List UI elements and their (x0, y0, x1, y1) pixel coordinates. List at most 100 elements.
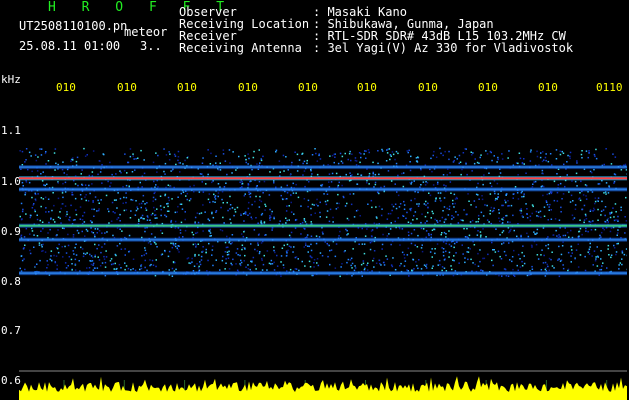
noise-pixel (94, 243, 96, 246)
noise-pixel (562, 264, 564, 266)
noise-pixel (160, 208, 162, 211)
noise-pixel (135, 209, 138, 212)
noise-pixel (555, 149, 558, 151)
noise-pixel (285, 222, 287, 224)
noise-pixel (242, 246, 244, 249)
noise-pixel (432, 265, 434, 267)
noise-pixel (59, 211, 61, 213)
noise-pixel (295, 192, 297, 194)
noise-pixel (349, 150, 351, 153)
noise-pixel (25, 213, 27, 215)
noise-pixel (311, 173, 313, 175)
noise-pixel (97, 173, 99, 176)
noise-pixel (333, 153, 336, 156)
noise-pixel (165, 215, 168, 218)
noise-pixel (398, 206, 401, 208)
noise-pixel (285, 255, 288, 257)
noise-pixel (487, 253, 489, 256)
noise-pixel (420, 227, 423, 230)
noise-pixel (451, 218, 453, 220)
noise-pixel (397, 217, 399, 219)
noise-pixel (317, 264, 320, 267)
noise-pixel (120, 267, 122, 269)
noise-pixel (191, 257, 193, 260)
noise-pixel (559, 182, 562, 185)
noise-pixel (403, 200, 405, 203)
noise-pixel (51, 209, 53, 212)
noise-pixel (330, 249, 333, 251)
noise-pixel (576, 160, 578, 162)
noise-pixel (352, 248, 354, 250)
noise-pixel (116, 207, 118, 209)
noise-pixel (245, 161, 247, 164)
noise-pixel (357, 209, 359, 211)
noise-pixel (493, 180, 496, 182)
noise-pixel (271, 263, 274, 265)
noise-pixel (94, 228, 97, 230)
noise-pixel (146, 219, 149, 221)
noise-pixel (445, 233, 447, 235)
noise-pixel (402, 214, 404, 217)
noise-pixel (229, 208, 231, 210)
noise-pixel (499, 255, 501, 258)
noise-pixel (261, 212, 264, 215)
noise-pixel (269, 217, 271, 219)
noise-pixel (448, 251, 451, 254)
noise-pixel (413, 268, 415, 270)
noise-pixel (625, 169, 627, 171)
noise-pixel (261, 259, 263, 261)
noise-pixel (407, 151, 409, 154)
noise-pixel (138, 220, 140, 222)
noise-pixel (254, 200, 256, 203)
noise-pixel (452, 203, 454, 205)
noise-pixel (182, 236, 184, 238)
noise-pixel (93, 208, 95, 211)
noise-pixel (579, 192, 581, 194)
noise-pixel (338, 235, 340, 237)
noise-pixel (207, 198, 210, 201)
noise-pixel (219, 269, 221, 271)
noise-pixel (94, 254, 96, 257)
noise-pixel (553, 180, 556, 183)
noise-pixel (328, 220, 331, 223)
noise-pixel (315, 242, 318, 245)
noise-pixel (129, 217, 132, 219)
noise-pixel (425, 181, 427, 183)
noise-pixel (523, 163, 525, 165)
noise-pixel (564, 185, 566, 188)
noise-pixel (176, 247, 178, 249)
noise-pixel (466, 213, 468, 216)
noise-pixel (592, 210, 594, 212)
noise-pixel (531, 186, 534, 188)
noise-pixel (304, 228, 306, 230)
noise-pixel (447, 214, 450, 216)
noise-pixel (420, 168, 422, 171)
noise-pixel (33, 234, 35, 236)
noise-pixel (98, 230, 101, 232)
noise-pixel (308, 260, 311, 263)
noise-pixel (145, 252, 148, 255)
noise-pixel (399, 203, 402, 205)
noise-pixel (177, 150, 180, 153)
noise-pixel (464, 261, 466, 264)
noise-pixel (430, 233, 432, 236)
noise-pixel (567, 154, 569, 157)
noise-pixel (318, 153, 320, 155)
noise-pixel (67, 265, 69, 267)
noise-pixel (609, 213, 611, 215)
noise-pixel (160, 214, 162, 217)
noise-pixel (125, 196, 128, 199)
noise-pixel (221, 229, 224, 232)
noise-pixel (548, 257, 551, 260)
noise-pixel (134, 214, 137, 216)
noise-pixel (88, 267, 91, 269)
noise-pixel (319, 252, 322, 254)
noise-pixel (232, 258, 234, 261)
noise-pixel (244, 248, 246, 250)
noise-pixel (558, 245, 560, 248)
filename: UT2508110100.pn (19, 19, 128, 33)
noise-pixel (535, 233, 537, 235)
noise-pixel (606, 267, 608, 269)
noise-pixel (424, 222, 426, 224)
noise-pixel (140, 267, 143, 270)
